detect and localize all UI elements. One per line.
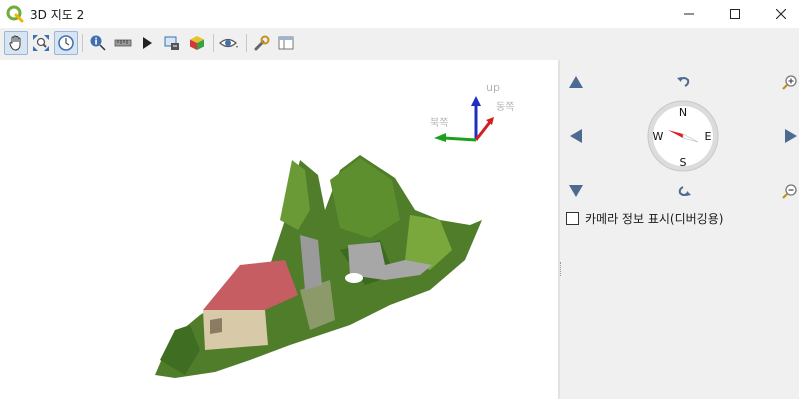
panel-splitter[interactable] xyxy=(558,60,560,399)
rotate-cw-button[interactable] xyxy=(676,183,692,199)
minimize-button[interactable] xyxy=(666,0,712,28)
play-icon xyxy=(143,37,152,49)
axis-gizmo: up 동쪽 북쪽 xyxy=(430,81,514,142)
toolbar: i xyxy=(0,28,799,60)
close-button[interactable] xyxy=(758,0,799,28)
compass-west-label: W xyxy=(653,130,664,143)
zoom-full-icon xyxy=(33,35,49,51)
svg-text:i: i xyxy=(94,38,97,48)
move-up-button[interactable] xyxy=(568,74,584,90)
measure-line-button[interactable] xyxy=(111,31,135,55)
layout-icon xyxy=(278,36,294,50)
hand-icon xyxy=(9,35,21,51)
zoom-in-button[interactable] xyxy=(781,74,797,90)
show-camera-info-label[interactable]: 카메라 정보 표시(디버깅용) xyxy=(585,210,723,227)
zoom-out-icon xyxy=(781,183,797,199)
rotate-cw-icon xyxy=(678,186,691,196)
zoom-out-button[interactable] xyxy=(781,183,797,199)
pan-tool-button[interactable] xyxy=(4,31,28,55)
point-cloud-hole xyxy=(345,273,363,283)
export-scene-icon xyxy=(164,36,179,50)
triangle-down-icon xyxy=(569,185,583,197)
maximize-button[interactable] xyxy=(712,0,758,28)
map-themes-icon xyxy=(190,36,204,50)
compass-north-label: N xyxy=(679,106,687,119)
move-down-button[interactable] xyxy=(568,183,584,199)
close-icon xyxy=(776,9,786,19)
triangle-left-icon xyxy=(570,129,582,143)
axis-north-arrow xyxy=(434,133,446,142)
toolbar-separator xyxy=(82,34,83,52)
toolbar-separator xyxy=(213,34,214,52)
measure-line-icon xyxy=(114,39,132,47)
effects-button[interactable] xyxy=(217,31,241,55)
point-cloud-scene: up 동쪽 북쪽 xyxy=(155,81,514,378)
compass-south-label: S xyxy=(680,156,687,169)
minimize-icon xyxy=(684,13,694,15)
axis-north-label: 북쪽 xyxy=(430,117,448,129)
axis-east-label: 동쪽 xyxy=(496,101,514,113)
qgis-logo-icon xyxy=(6,5,24,23)
map-themes-button[interactable] xyxy=(185,31,209,55)
triangle-up-icon xyxy=(569,76,583,88)
compass-widget[interactable]: N S E W xyxy=(646,99,720,173)
axis-north-line xyxy=(443,136,477,142)
navigation-panel: N S E W 카메라 정보 표시(디버깅용) xyxy=(562,60,799,399)
3d-map-canvas[interactable]: up 동쪽 북쪽 xyxy=(0,60,558,399)
window-title: 3D 지도 2 xyxy=(30,8,85,22)
options-button[interactable] xyxy=(250,31,274,55)
move-left-button[interactable] xyxy=(568,128,584,144)
toolbar-separator xyxy=(246,34,247,52)
move-right-button[interactable] xyxy=(783,128,799,144)
title-bar: 3D 지도 2 xyxy=(0,0,799,28)
axis-up-label: up xyxy=(486,81,500,94)
layout-button[interactable] xyxy=(274,31,298,55)
maximize-icon xyxy=(730,9,740,19)
axis-up-arrow xyxy=(471,96,481,106)
zoom-full-button[interactable] xyxy=(29,31,53,55)
export-scene-button[interactable] xyxy=(160,31,184,55)
triangle-right-icon xyxy=(785,129,797,143)
wrench-icon xyxy=(254,35,270,51)
zoom-in-icon xyxy=(781,74,797,90)
qgis-3d-map-window: 3D 지도 2 i up 동쪽 북쪽 N S E W 카메라 정보 표시(디버깅… xyxy=(0,0,799,399)
animation-button[interactable] xyxy=(135,31,159,55)
camera-control-button[interactable] xyxy=(54,31,78,55)
rotate-ccw-icon xyxy=(677,77,690,87)
compass-east-label: E xyxy=(705,130,712,143)
show-camera-info-checkbox[interactable] xyxy=(566,212,579,225)
identify-icon: i xyxy=(90,35,106,51)
camera-control-icon xyxy=(58,35,74,51)
rotate-ccw-button[interactable] xyxy=(676,74,692,90)
identify-button[interactable]: i xyxy=(86,31,110,55)
show-camera-info-row[interactable]: 카메라 정보 표시(디버깅용) xyxy=(566,210,723,227)
eye-icon xyxy=(219,38,238,48)
axis-east-line xyxy=(474,121,492,141)
